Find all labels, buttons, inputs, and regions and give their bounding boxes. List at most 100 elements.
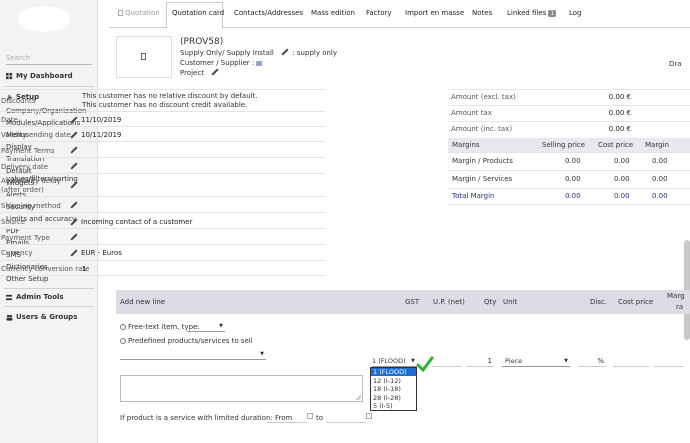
row-discounts: Discounts This customer has no relative … [0, 89, 325, 111]
edit-pencil-icon[interactable] [71, 182, 77, 188]
validity-value: 10/11/2019 [81, 131, 122, 139]
tab-import[interactable]: Import en masse [405, 9, 464, 17]
row-date: Date 11/10/2019 [0, 111, 325, 126]
sidebar-item-other-setup[interactable]: Other Setup [6, 275, 48, 283]
tab-quotation-card[interactable]: Quotation card [172, 9, 224, 17]
chevron-down-icon: ▼ [564, 358, 568, 364]
tab-label: Quotation [125, 9, 160, 17]
margin-input[interactable] [654, 357, 684, 367]
edit-pencil-icon[interactable] [71, 202, 77, 208]
tab-mass-edition[interactable]: Mass edition [311, 9, 355, 17]
amount-tax-value: 0.00 € [608, 109, 631, 117]
chevron-down-icon: ▼ [411, 358, 415, 364]
date-value: 11/10/2019 [81, 116, 122, 124]
quantity-input[interactable]: 1 [466, 357, 494, 367]
row-amount-inc: Amount (inc. tax) 0.00 € [448, 121, 690, 137]
add-line-title: Add new line [120, 298, 166, 306]
tab-linked-files[interactable]: Linked files 1 [507, 9, 557, 17]
edit-pencil-icon[interactable] [71, 250, 77, 256]
cost-price-input[interactable] [613, 357, 649, 367]
sidebar-item-label: Admin Tools [16, 293, 64, 301]
project-label: Project [180, 69, 204, 77]
tab-quotation[interactable]: Quotation [118, 9, 160, 17]
margin-services-margin: 0.00 [652, 175, 668, 183]
discount-input[interactable]: % [578, 357, 606, 367]
total-margin-label: Total Margin [452, 192, 495, 200]
currency-label: Currency [1, 249, 33, 257]
search-input[interactable]: Search [6, 54, 92, 65]
tab-factory[interactable]: Factory [366, 9, 392, 17]
delivery-label: Delivery date [1, 163, 49, 171]
conversion-rate-label: Currency conversion rate [1, 265, 90, 273]
currency-value: EUR - Euros [81, 249, 122, 257]
sidebar-item-users-groups[interactable]: Users & Groups [6, 313, 77, 321]
dashboard-icon [6, 72, 13, 79]
row-conversion-rate: Currency conversion rate 1 [0, 260, 325, 276]
gst-dropdown-list[interactable]: 1 (FLOOD) 12 (I-12) 18 (I-18) 28 (I-28) … [370, 367, 417, 411]
predefined-label: Predefined products/services to sell [128, 337, 253, 345]
conversion-rate-value: 1 [82, 265, 87, 273]
date-label: Date [1, 116, 18, 124]
calendar-icon[interactable] [307, 413, 313, 419]
unit-select[interactable]: Piece ▼ [502, 357, 570, 367]
row-validity: Validity ending date 10/11/2019 [0, 126, 325, 141]
col-gst: GST [405, 298, 420, 306]
predefined-radio[interactable] [120, 338, 126, 344]
document-thumbnail [116, 36, 172, 78]
chevron-down-icon: ▼ [260, 351, 264, 357]
row-payment-type: Payment Type [0, 228, 325, 244]
edit-pencil-icon[interactable] [71, 163, 77, 169]
free-text-type-select[interactable]: ▼ [187, 322, 225, 332]
discounts-label: Discounts [1, 97, 36, 105]
col-disc: Disc. [590, 298, 608, 306]
total-margin-margin: 0.00 [652, 192, 668, 200]
edit-pencil-icon[interactable] [71, 147, 77, 153]
gst-option[interactable]: 18 (I-18) [371, 385, 416, 393]
payment-terms-label: Payment Terms [1, 147, 55, 155]
edit-pencil-icon[interactable] [212, 69, 218, 75]
company-logo [18, 6, 70, 32]
sidebar-divider [4, 306, 94, 307]
unit-price-input[interactable] [432, 357, 462, 367]
source-label: Source [1, 218, 26, 226]
edit-pencil-icon[interactable] [282, 49, 288, 55]
tab-log[interactable]: Log [569, 9, 582, 17]
gst-select[interactable]: 1 (FLOOD) ▼ [372, 357, 417, 367]
discounts-text-1: This customer has no relative discount b… [82, 92, 258, 100]
gst-option[interactable]: 5 (I-5) [371, 402, 416, 410]
margin-products-label: Margin / Products [452, 157, 513, 165]
product-select[interactable]: ▼ [120, 350, 266, 360]
row-source: Source Incoming contact of a customer [0, 212, 325, 228]
total-margin-cost: 0.00 [614, 192, 630, 200]
resize-handle-icon[interactable] [356, 395, 361, 400]
availability-label: Availability delay [1, 177, 61, 185]
calendar-icon[interactable] [366, 413, 372, 419]
predefined-option[interactable]: Predefined products/services to sell [120, 337, 253, 345]
availability-sublabel: (after order) [1, 186, 44, 194]
tab-contacts[interactable]: Contacts/Addresses [234, 9, 303, 17]
validity-label: Validity ending date [1, 131, 71, 139]
users-icon [6, 314, 13, 321]
supply-type-line: Supply Only/ Supply Install : supply onl… [180, 49, 337, 57]
margins-head-label: Margins [452, 141, 480, 149]
margin-products-cost: 0.00 [614, 157, 630, 165]
edit-pencil-icon[interactable] [71, 234, 77, 240]
edit-pencil-icon[interactable] [71, 132, 77, 138]
row-shipping: Shipping method [0, 196, 325, 212]
gst-option[interactable]: 1 (FLOOD) [371, 368, 416, 376]
edit-pencil-icon[interactable] [71, 219, 77, 225]
gst-option[interactable]: 28 (I-28) [371, 394, 416, 402]
project-line: Project [180, 69, 218, 77]
edit-pencil-icon[interactable] [71, 117, 77, 123]
linked-files-count-badge: 1 [548, 10, 557, 17]
sidebar-item-dashboard[interactable]: My Dashboard [6, 72, 73, 80]
tab-notes[interactable]: Notes [472, 9, 492, 17]
gst-option[interactable]: 12 (I-12) [371, 377, 416, 385]
sidebar-item-admin-tools[interactable]: Admin Tools [6, 293, 64, 301]
free-text-radio[interactable] [120, 324, 126, 330]
description-textarea[interactable] [120, 375, 363, 402]
date-from-input[interactable] [267, 413, 307, 423]
sidebar-divider [4, 86, 94, 87]
date-to-input[interactable] [326, 413, 366, 423]
customer-line: Customer / Supplier : [180, 59, 263, 67]
